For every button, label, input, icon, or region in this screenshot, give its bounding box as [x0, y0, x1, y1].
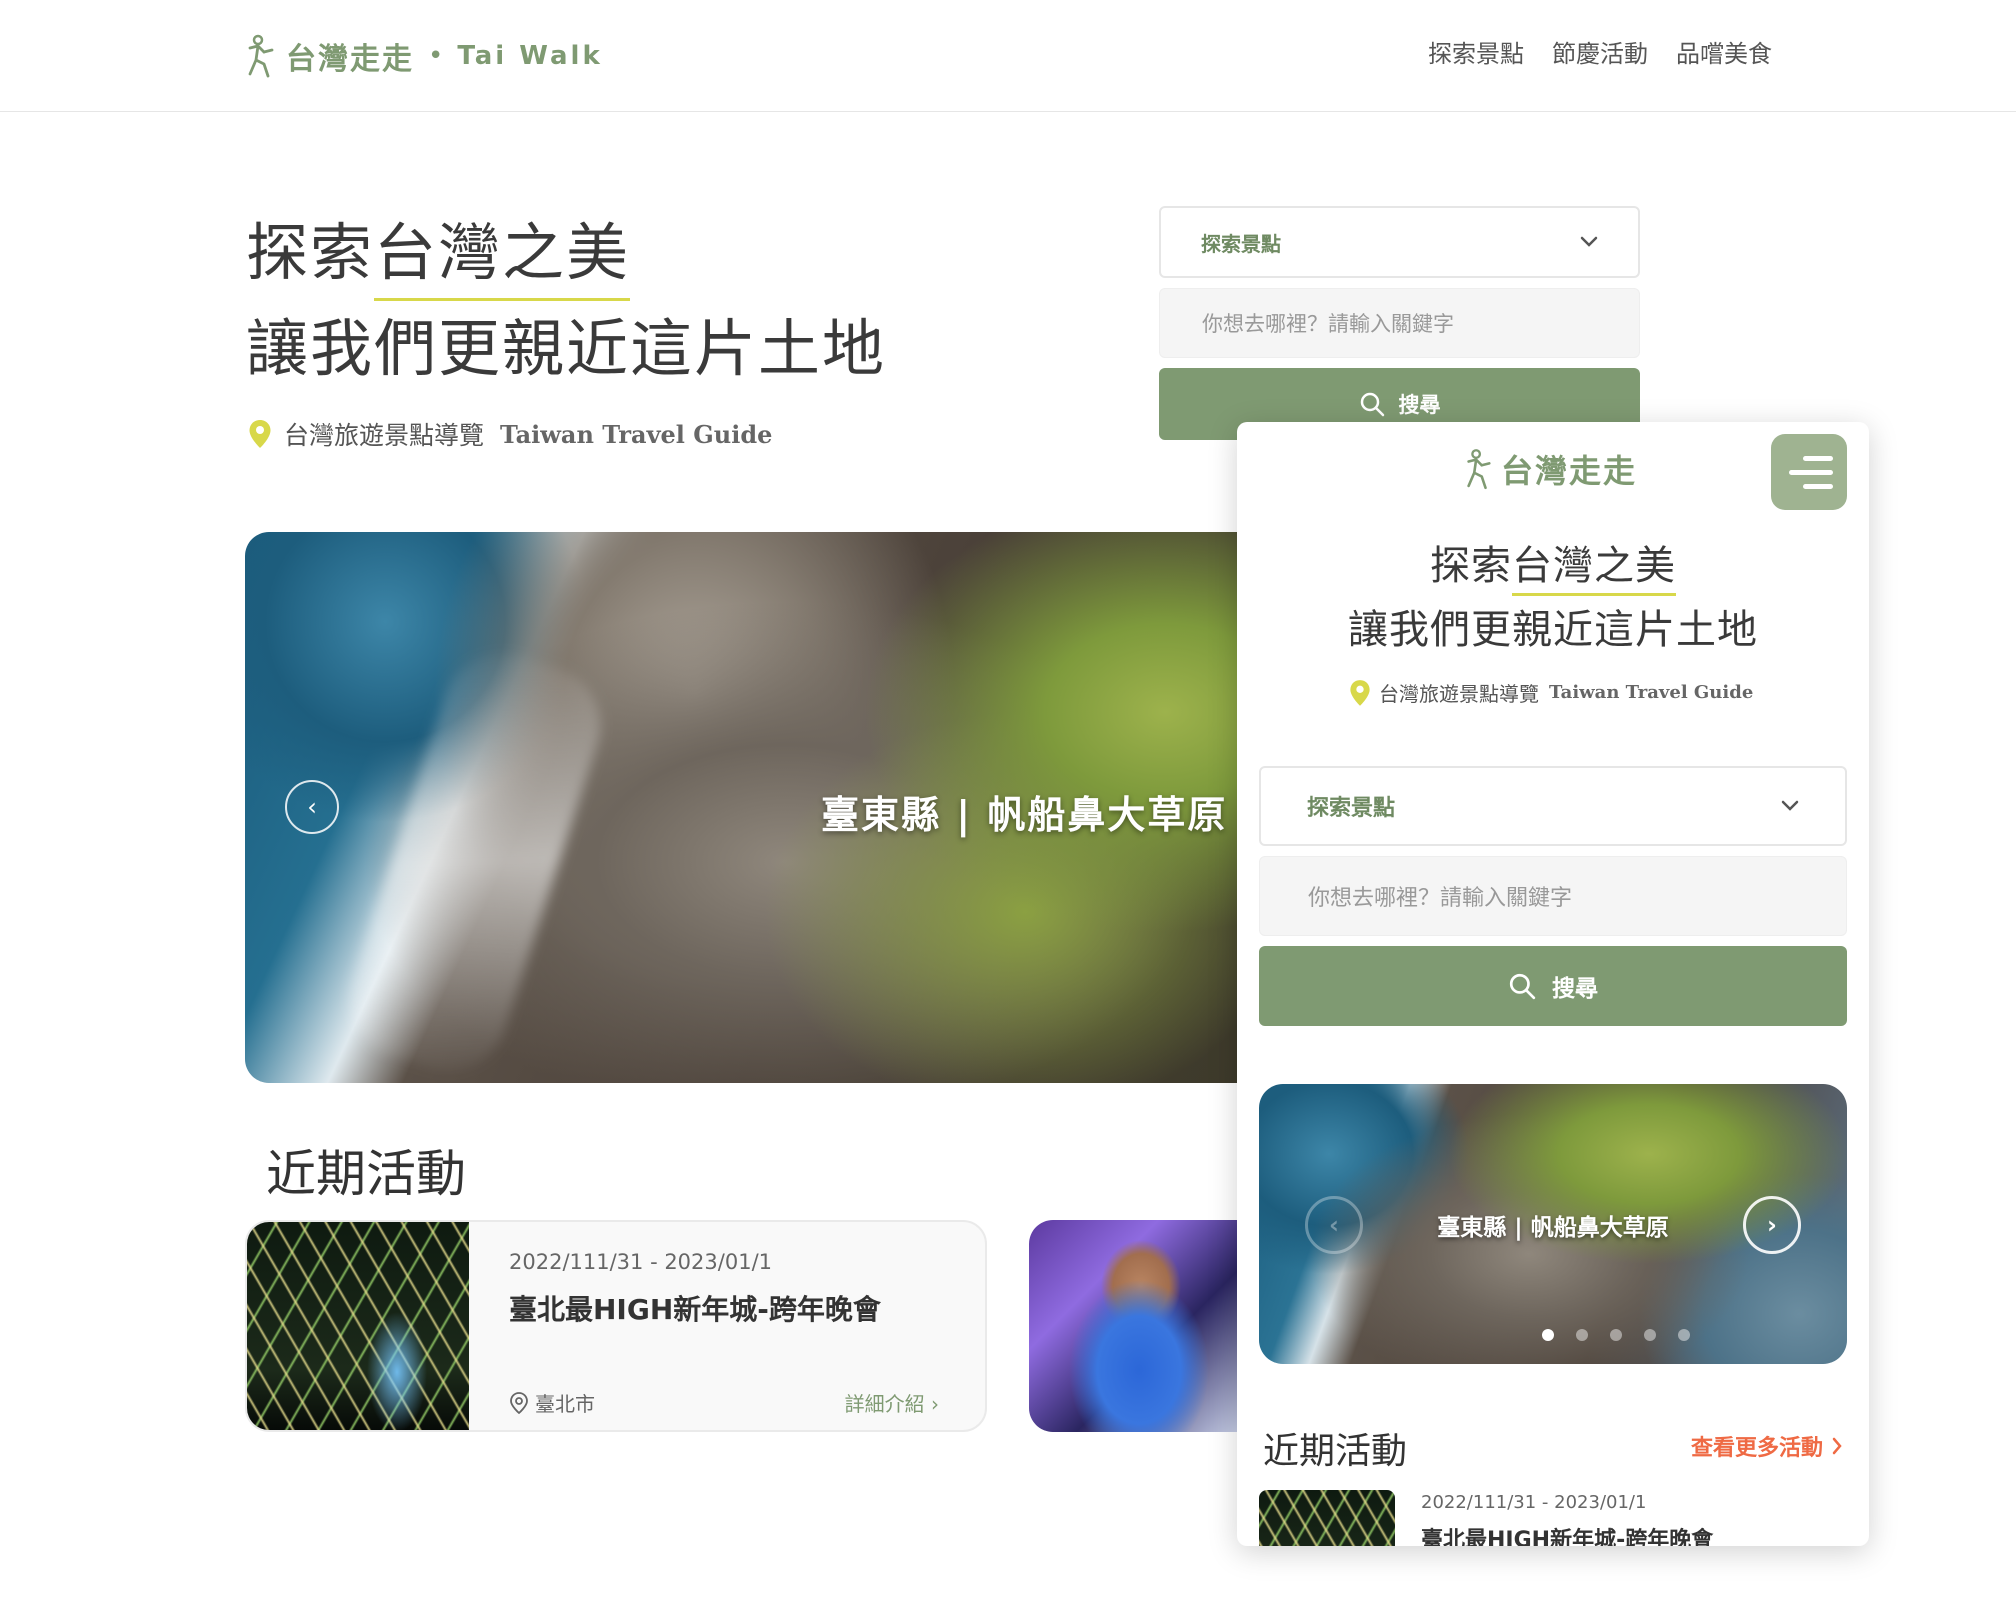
event-detail-link[interactable]: 詳細介紹 › — [845, 1388, 939, 1417]
carousel-dot[interactable] — [1576, 1329, 1588, 1341]
mobile-event-image[interactable] — [1259, 1490, 1395, 1546]
event-title: 臺北最HIGH新年城-跨年晚會 — [509, 1293, 881, 1326]
carousel-caption: 臺東縣 | 帆船鼻大草原 — [821, 793, 1228, 837]
category-select-value: 探索景點 — [1201, 231, 1281, 256]
location-pin-icon — [1350, 679, 1370, 706]
mobile-subtitle-en: Taiwan Travel Guide — [1549, 682, 1754, 703]
carousel-pagination — [1259, 1329, 1847, 1341]
search-button-label: 搜尋 — [1398, 393, 1441, 417]
hero-subtitle: 台灣旅遊景點導覽 Taiwan Travel Guide — [248, 416, 772, 452]
mobile-event-title[interactable]: 臺北最HIGH新年城-跨年晚會 — [1421, 1522, 1713, 1546]
carousel-image-wave — [334, 637, 616, 1083]
more-events-label: 查看更多活動 — [1690, 1436, 1823, 1461]
mobile-hero-title-line2: 讓我們更親近這片土地 — [1348, 607, 1758, 653]
mobile-preview: 台灣走走 探索台灣之美 讓我們更親近這片土地 台灣旅遊景點導覽 Taiwan T… — [1237, 422, 1869, 1546]
search-icon — [1509, 973, 1536, 1000]
nav-festivals[interactable]: 節慶活動 — [1552, 34, 1648, 69]
mobile-brand-logo[interactable]: 台灣走走 — [1463, 446, 1637, 492]
mobile-search-button[interactable]: 搜尋 — [1259, 946, 1847, 1026]
brand-name: 台灣走走 — [286, 42, 414, 77]
mobile-hero-title: 探索台灣之美 讓我們更親近這片土地 — [1237, 534, 1869, 662]
location-pin-icon — [249, 420, 271, 448]
brand-separator: • — [428, 41, 444, 71]
carousel-dot[interactable] — [1678, 1329, 1690, 1341]
mobile-category-value: 探索景點 — [1307, 796, 1396, 821]
mobile-subtitle-zh: 台灣旅遊景點導覽 — [1379, 682, 1539, 706]
walker-logo-icon — [1467, 449, 1491, 490]
chevron-right-icon — [1832, 1437, 1842, 1455]
event-fireworks-image — [247, 1222, 469, 1430]
mobile-brand-name: 台灣走走 — [1501, 452, 1638, 490]
mobile-carousel: ‹ 臺東縣 | 帆船鼻大草原 › — [1259, 1084, 1847, 1364]
mobile-event-date: 2022/111/31 - 2023/01/1 — [1421, 1492, 1647, 1513]
mobile-recent-events-title: 近期活動 — [1263, 1431, 1408, 1472]
event-location-text: 臺北市 — [535, 1392, 595, 1416]
hero-subtitle-en: Taiwan Travel Guide — [500, 419, 773, 449]
carousel-dot[interactable] — [1644, 1329, 1656, 1341]
hero-title: 探索台灣之美 讓我們更親近這片土地 — [246, 205, 886, 397]
mobile-hero-title-prefix: 探索 — [1430, 543, 1512, 589]
chevron-down-icon — [1580, 236, 1598, 247]
main-nav: 探索景點 節慶活動 品嚐美食 — [1428, 34, 1772, 69]
hero-subtitle-zh: 台灣旅遊景點導覽 — [284, 421, 485, 450]
search-icon — [1360, 392, 1384, 417]
nav-food[interactable]: 品嚐美食 — [1676, 34, 1772, 69]
keyword-search-input[interactable]: 你想去哪裡？請輸入關鍵字 — [1159, 288, 1640, 358]
event-location: 臺北市 — [509, 1388, 595, 1417]
mobile-keyword-input[interactable]: 你想去哪裡？請輸入關鍵字 — [1259, 856, 1847, 936]
event-date: 2022/111/31 - 2023/01/1 — [509, 1250, 773, 1274]
map-marker-icon — [510, 1391, 528, 1414]
category-select[interactable]: 探索景點 — [1159, 206, 1640, 278]
menu-line-icon — [1803, 483, 1833, 489]
nav-explore-spots[interactable]: 探索景點 — [1428, 34, 1524, 69]
event-card-performer-image[interactable] — [1029, 1220, 1249, 1432]
hamburger-menu-button[interactable] — [1771, 434, 1847, 510]
mobile-hero-title-highlight: 台灣之美 — [1512, 534, 1676, 598]
mobile-search-label: 搜尋 — [1552, 976, 1598, 1002]
walker-logo-icon — [248, 34, 274, 78]
hero-carousel: ‹ 臺東縣 | 帆船鼻大草原 — [245, 532, 1245, 1083]
hero-title-line2: 讓我們更親近這片土地 — [246, 312, 887, 385]
menu-line-icon — [1803, 455, 1833, 461]
mobile-hero-subtitle: 台灣旅遊景點導覽 Taiwan Travel Guide — [1349, 678, 1753, 707]
more-events-link[interactable]: 查看更多活動 — [1691, 1430, 1843, 1462]
carousel-dot[interactable] — [1610, 1329, 1622, 1341]
menu-line-icon — [1789, 469, 1833, 475]
carousel-dot[interactable] — [1542, 1329, 1554, 1341]
chevron-down-icon — [1781, 800, 1799, 811]
hero-title-highlight: 台灣之美 — [374, 205, 631, 301]
mobile-carousel-next-button[interactable]: › — [1743, 1196, 1801, 1254]
brand-name-en: Tai Walk — [457, 41, 603, 71]
event-card[interactable]: 2022/111/31 - 2023/01/1 臺北最HIGH新年城-跨年晚會 … — [245, 1220, 987, 1432]
recent-events-title: 近期活動 — [266, 1145, 466, 1203]
carousel-prev-button[interactable]: ‹ — [285, 780, 339, 834]
brand-logo-link[interactable]: 台灣走走 • Tai Walk — [244, 30, 603, 82]
mobile-category-select[interactable]: 探索景點 — [1259, 766, 1847, 846]
hero-title-prefix: 探索 — [246, 216, 375, 289]
top-header: 台灣走走 • Tai Walk 探索景點 節慶活動 品嚐美食 — [0, 0, 2016, 112]
